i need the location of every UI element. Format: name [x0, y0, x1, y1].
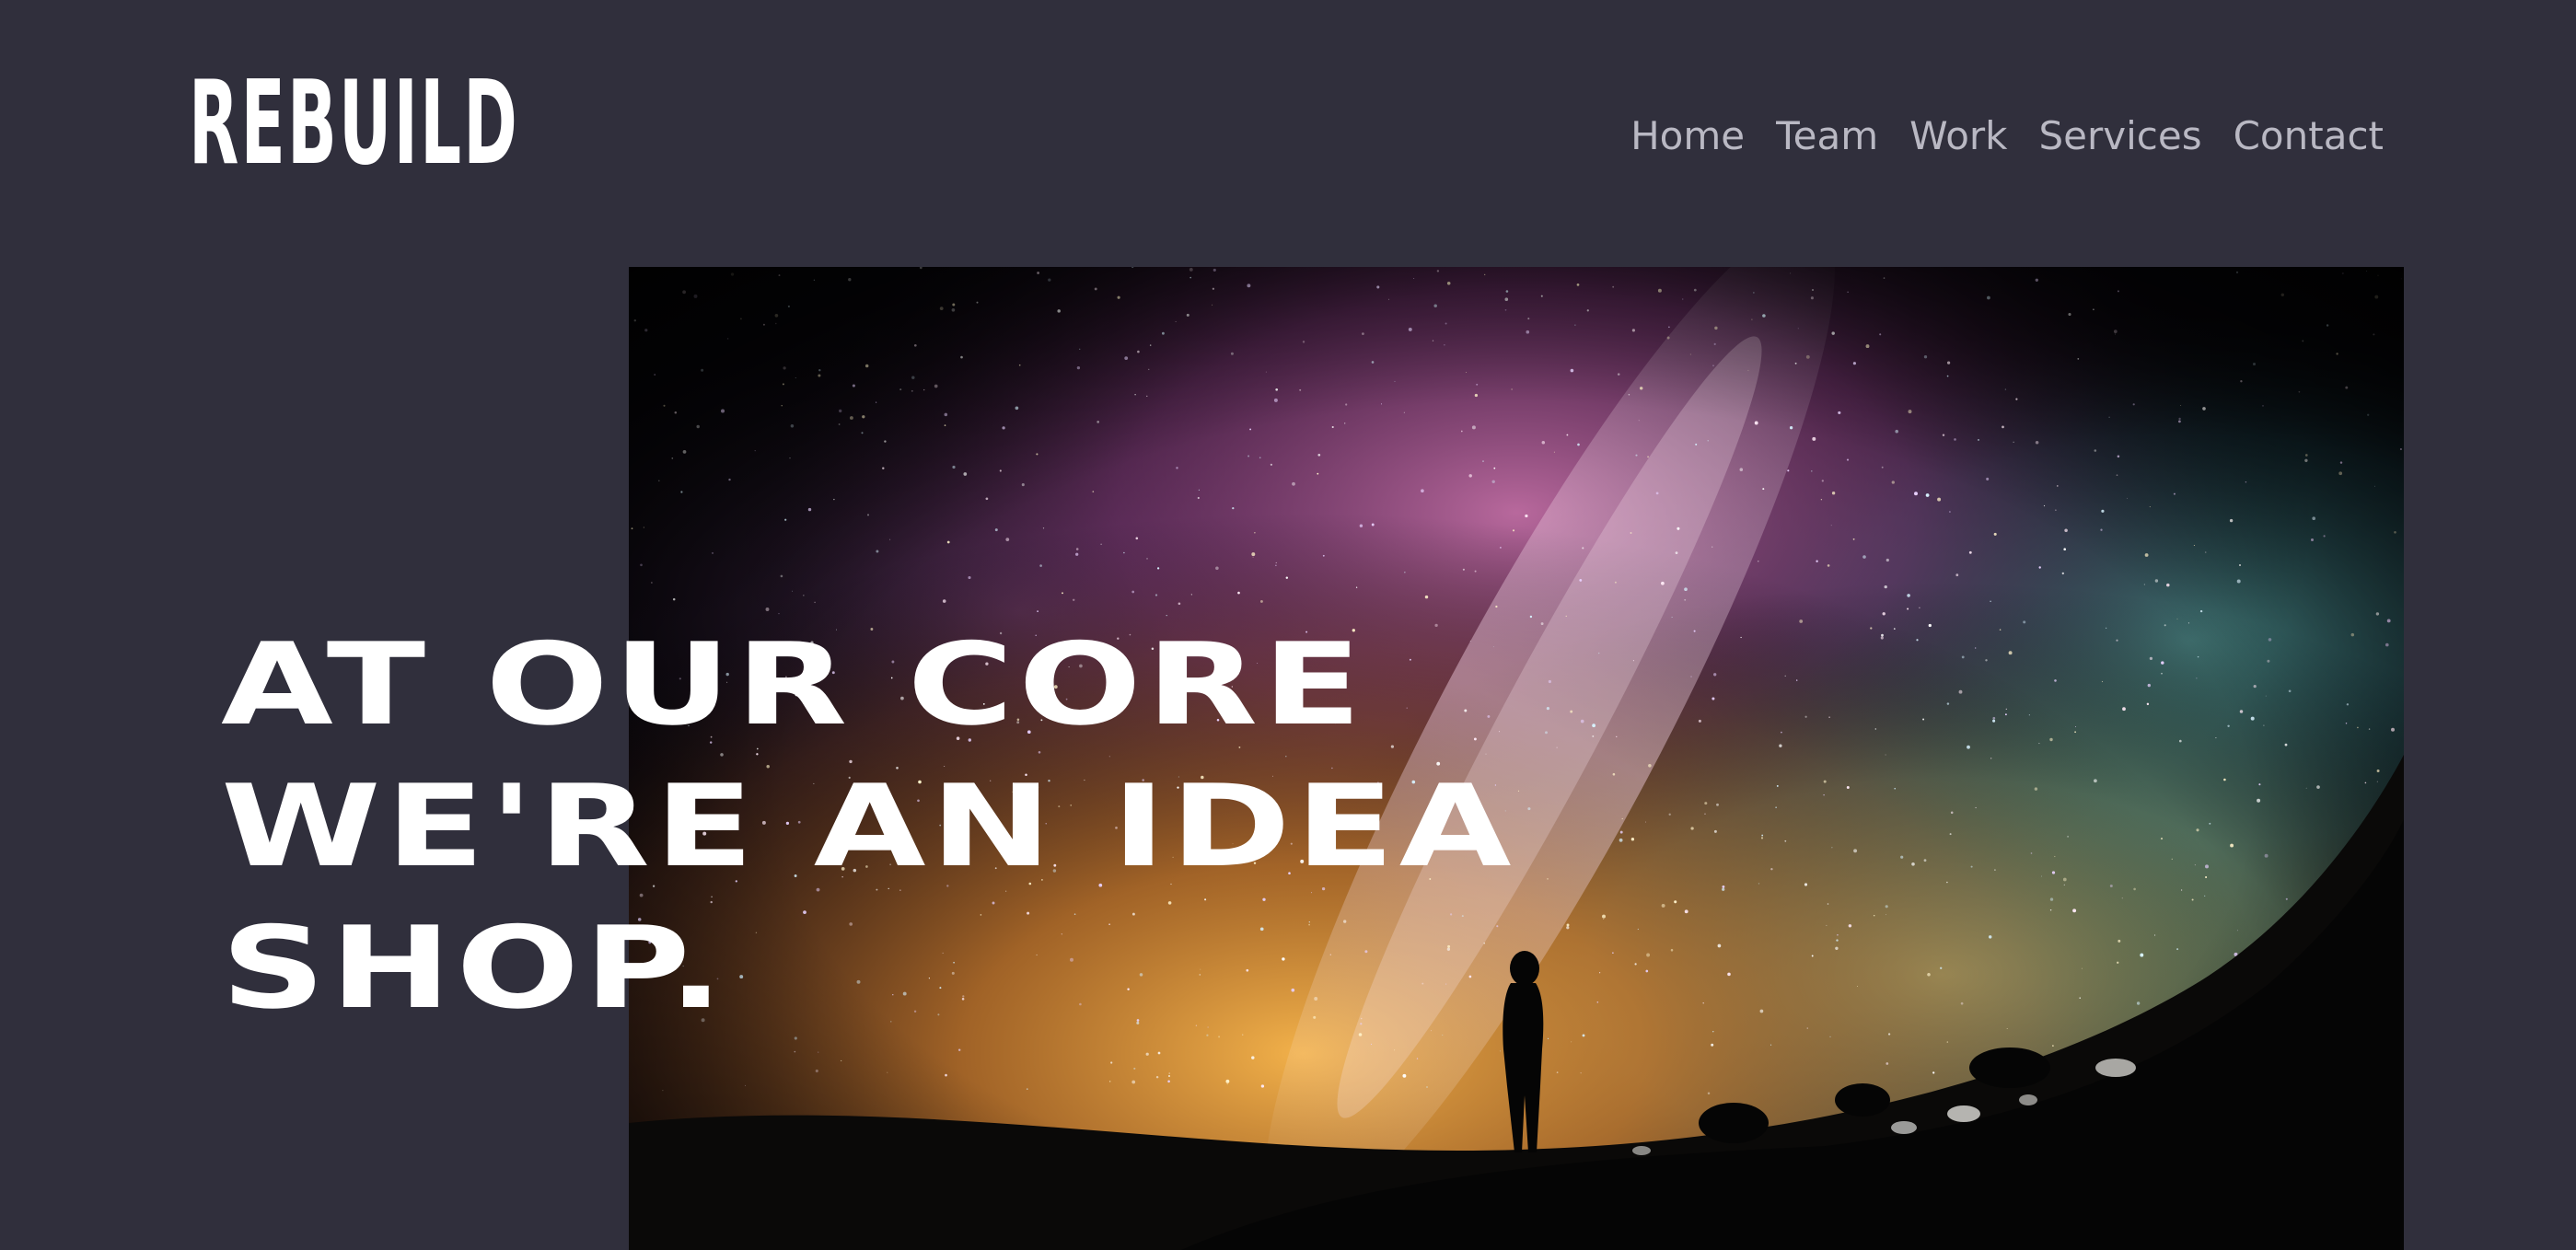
hero-headline-line-2: WE'RE AN IDEA [221, 761, 1516, 893]
main-nav: Home Team Work Services Contact [1630, 107, 2384, 166]
nav-link-team[interactable]: Team [1776, 117, 1878, 156]
logo[interactable]: REBUILD [189, 65, 519, 181]
nav-link-services[interactable]: Services [2038, 117, 2201, 156]
nav-link-home[interactable]: Home [1630, 117, 1745, 156]
nav-link-contact[interactable]: Contact [2234, 117, 2384, 156]
hero-headline-line-3: SHOP. [221, 903, 728, 1035]
hero-headline-line-1: AT OUR CORE [221, 619, 1367, 751]
hero-headline: AT OUR CORE WE'RE AN IDEA SHOP. [221, 615, 1512, 1040]
nav-link-work[interactable]: Work [1909, 117, 2007, 156]
